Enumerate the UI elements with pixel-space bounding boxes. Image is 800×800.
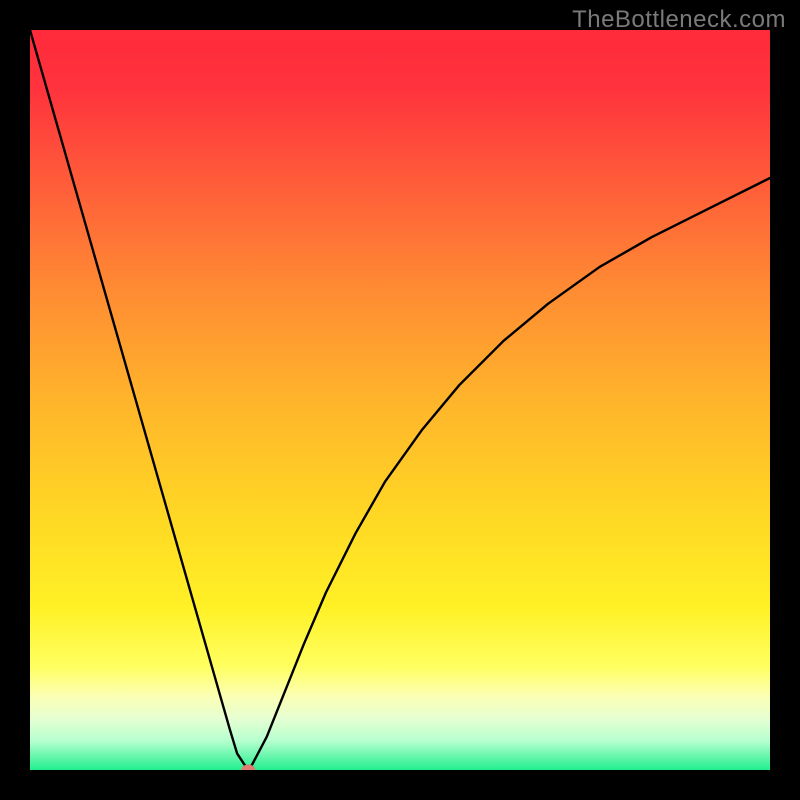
gradient-background xyxy=(30,30,770,770)
chart-frame: TheBottleneck.com xyxy=(0,0,800,800)
plot-svg xyxy=(30,30,770,770)
plot-area xyxy=(30,30,770,770)
